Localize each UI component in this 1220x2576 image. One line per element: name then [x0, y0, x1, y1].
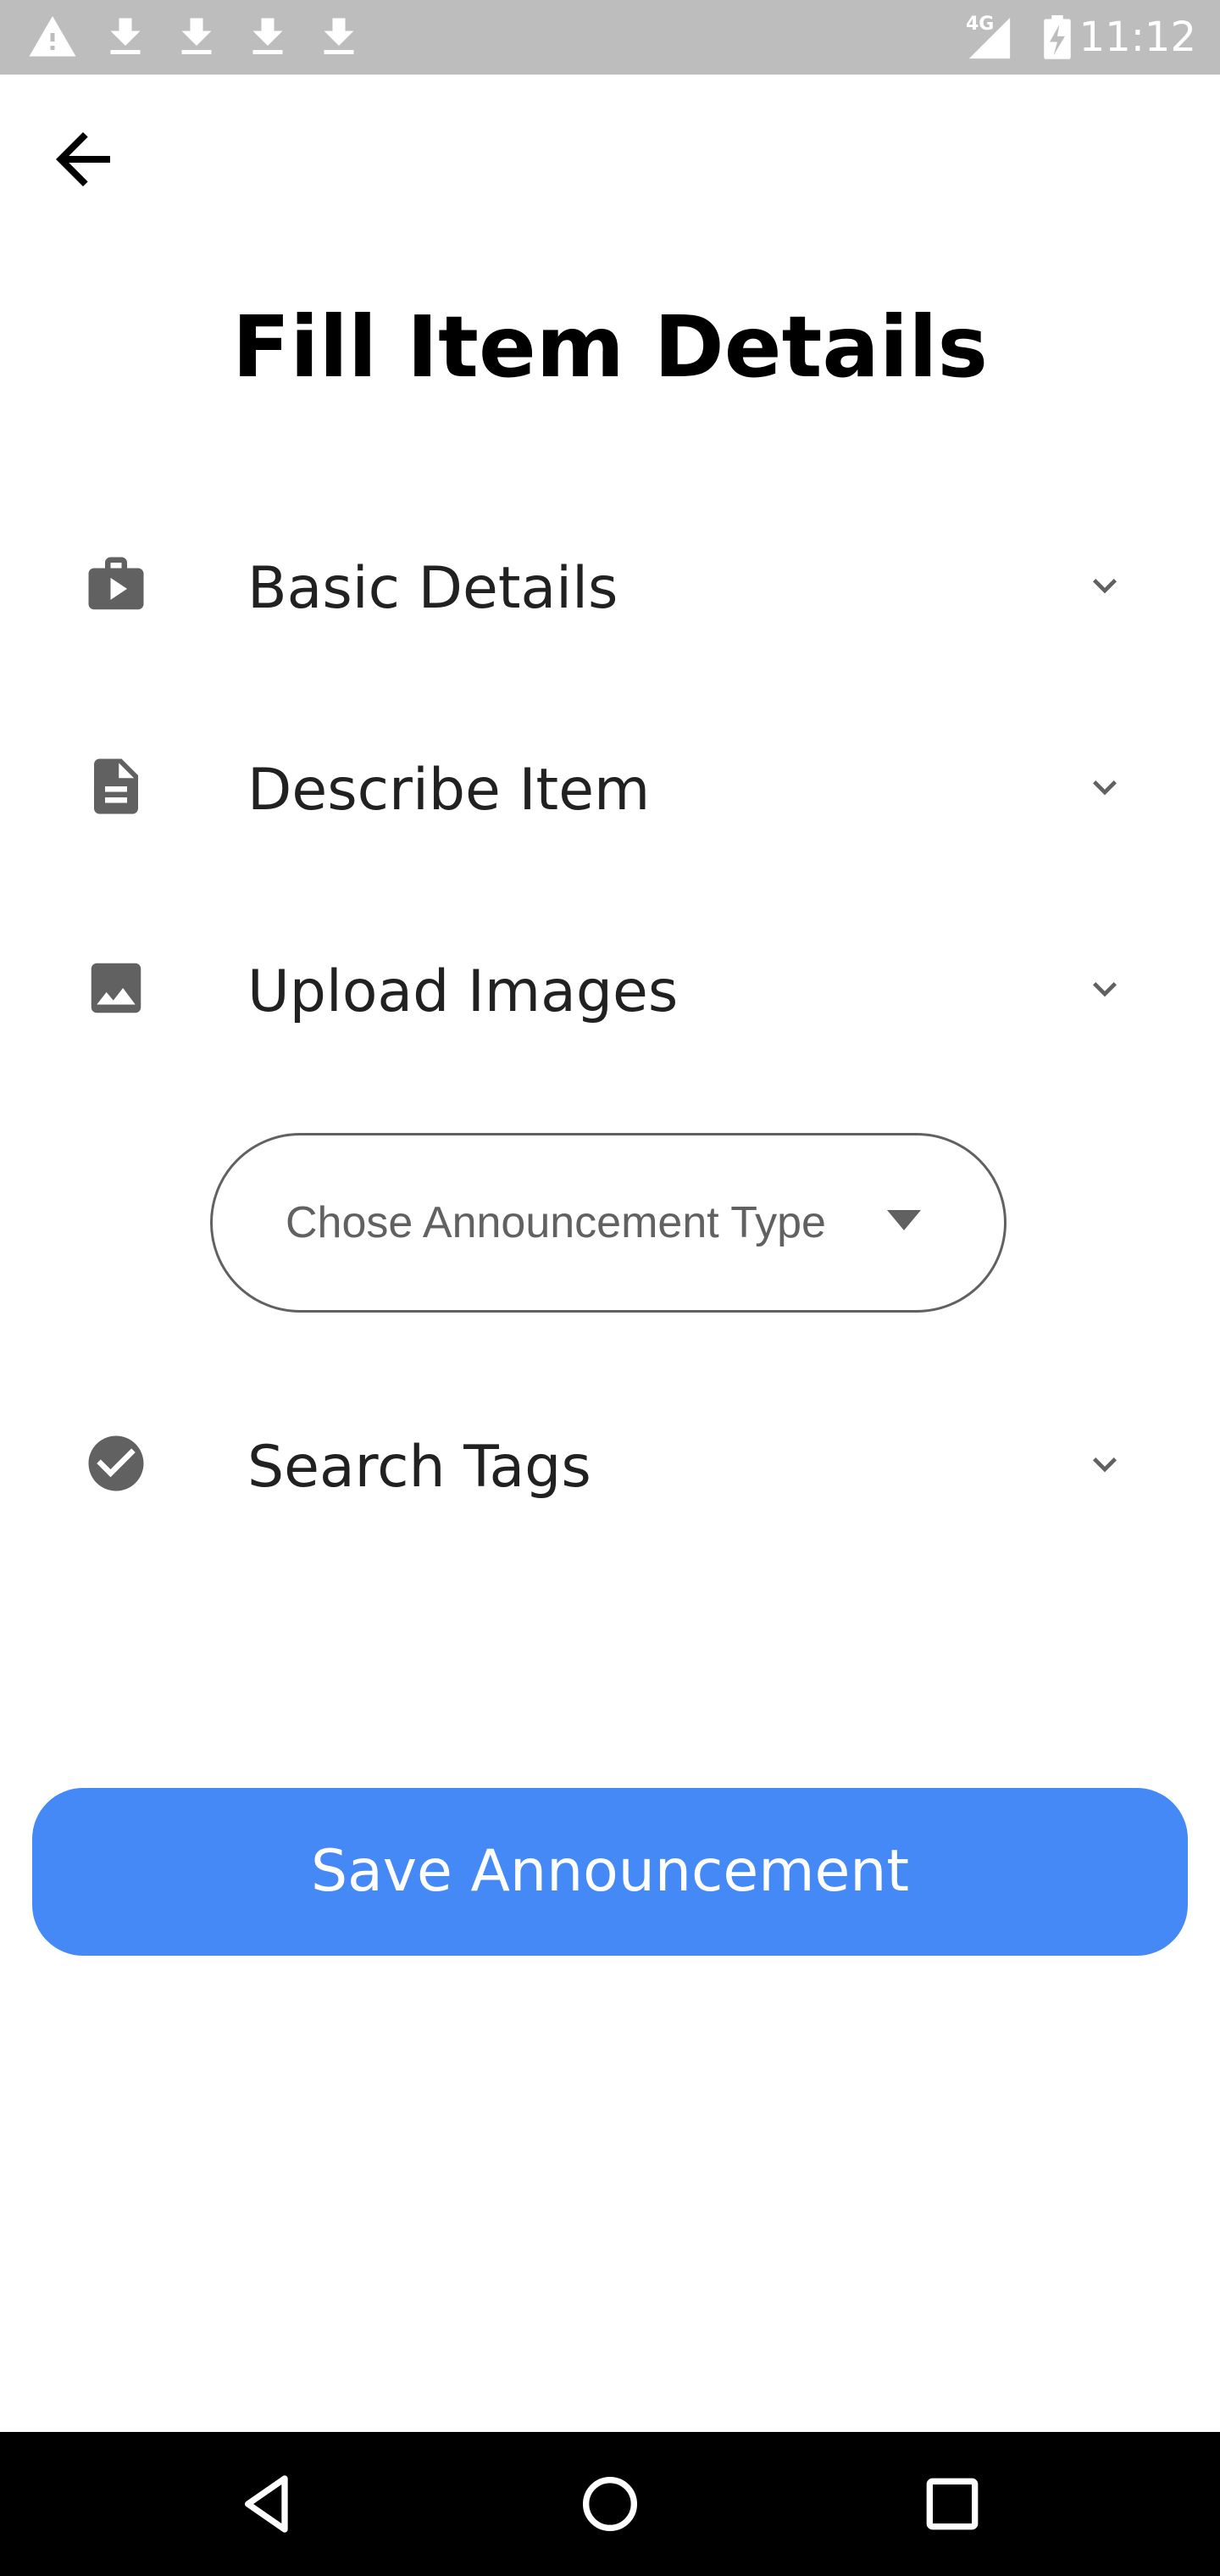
page-title: Fill Item Details — [232, 297, 988, 397]
back-arrow-icon[interactable] — [42, 119, 124, 200]
nav-recents-icon[interactable] — [918, 2470, 986, 2538]
download-icon — [252, 18, 283, 54]
status-bar: 4G 11:12 — [0, 0, 1220, 75]
warning-icon — [29, 16, 76, 57]
section-upload-images[interactable]: Upload Images — [0, 924, 1220, 1060]
dropdown-placeholder: Chose Announcement Type — [286, 1198, 826, 1247]
document-icon — [94, 758, 138, 814]
chevron-down-icon[interactable] — [1081, 562, 1128, 609]
section-describe-item[interactable]: Describe Item — [0, 723, 1220, 858]
announcement-type-dropdown[interactable]: Chose Announcement Type — [210, 1133, 1006, 1313]
system-nav-bar — [0, 2432, 1220, 2576]
section-label: Basic Details — [247, 555, 618, 622]
caret-down-icon — [887, 1210, 921, 1230]
chevron-down-icon[interactable] — [1081, 763, 1128, 811]
clock: 11:12 — [1079, 14, 1196, 61]
section-search-tags[interactable]: Search Tags — [0, 1400, 1220, 1535]
nav-home-icon[interactable] — [576, 2470, 644, 2538]
download-icon — [181, 18, 212, 54]
section-label: Describe Item — [247, 757, 651, 824]
download-icon — [110, 18, 141, 54]
nav-back-icon[interactable] — [234, 2470, 302, 2538]
play-case-icon — [88, 557, 144, 610]
download-icon — [324, 18, 354, 54]
save-announcement-button[interactable]: Save Announcement — [32, 1788, 1188, 1956]
battery-charging-icon — [1044, 15, 1071, 59]
section-label: Search Tags — [247, 1434, 591, 1501]
chevron-down-icon[interactable] — [1081, 965, 1128, 1013]
image-icon — [91, 963, 141, 1013]
check-circle-icon — [88, 1435, 144, 1491]
chevron-down-icon[interactable] — [1081, 1441, 1128, 1488]
section-basic-details[interactable]: Basic Details — [0, 521, 1220, 657]
section-label: Upload Images — [247, 958, 679, 1025]
network-type: 4G — [966, 14, 995, 35]
